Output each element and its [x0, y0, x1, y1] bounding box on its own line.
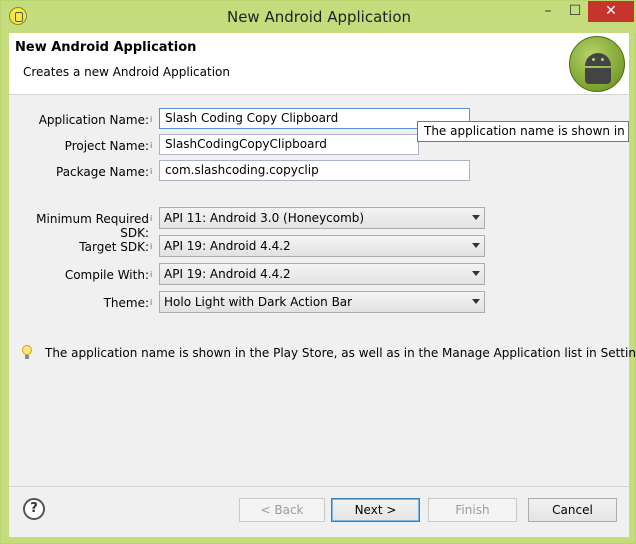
lightbulb-icon	[22, 345, 32, 359]
theme-label: Theme:	[9, 296, 149, 310]
info-icon: i	[150, 116, 156, 124]
info-icon: i	[150, 299, 156, 307]
help-icon[interactable]: ?	[23, 498, 45, 520]
application-name-tooltip: The application name is shown in the Pla…	[417, 121, 629, 142]
target-sdk-value: API 19: Android 4.4.2	[164, 239, 291, 253]
dialog-window: New Android Application – ☐ ✕ New Androi…	[0, 0, 636, 544]
min-sdk-value: API 11: Android 3.0 (Honeycomb)	[164, 211, 364, 225]
chevron-down-icon	[472, 243, 480, 248]
wizard-header: New Android Application Creates a new An…	[9, 33, 629, 95]
dialog-client: New Android Application Creates a new An…	[9, 33, 629, 537]
compile-with-value: API 19: Android 4.4.2	[164, 267, 291, 281]
info-icon: i	[150, 243, 156, 251]
package-name-input[interactable]: com.slashcoding.copyclip	[159, 160, 470, 181]
android-logo-icon	[569, 36, 625, 92]
chevron-down-icon	[472, 271, 480, 276]
android-body	[585, 68, 611, 84]
info-icon: i	[150, 271, 156, 279]
hint-row: The application name is shown in the Pla…	[9, 345, 629, 365]
wizard-description: Creates a new Android Application	[23, 65, 230, 79]
info-icon: i	[150, 142, 156, 150]
cancel-button[interactable]: Cancel	[528, 498, 617, 522]
target-sdk-select[interactable]: API 19: Android 4.4.2	[159, 235, 485, 257]
chevron-down-icon	[472, 215, 480, 220]
info-icon: i	[150, 168, 156, 176]
wizard-footer: ? < Back Next > Finish Cancel	[9, 486, 629, 537]
target-sdk-label: Target SDK:	[9, 240, 149, 254]
wizard-title: New Android Application	[15, 40, 196, 55]
form-area: Application Name: i Slash Coding Copy Cl…	[9, 96, 629, 486]
next-button[interactable]: Next >	[331, 498, 420, 522]
min-sdk-label: Minimum Required SDK:	[9, 212, 149, 240]
maximize-button[interactable]: ☐	[562, 1, 588, 22]
info-icon: i	[150, 215, 156, 223]
application-name-label: Application Name:	[9, 113, 149, 127]
compile-with-label: Compile With:	[9, 268, 149, 282]
hint-text: The application name is shown in the Pla…	[45, 346, 636, 360]
project-name-input[interactable]: SlashCodingCopyClipboard	[159, 134, 419, 155]
close-button[interactable]: ✕	[588, 1, 634, 22]
package-name-label: Package Name:	[9, 165, 149, 179]
compile-with-select[interactable]: API 19: Android 4.4.2	[159, 263, 485, 285]
theme-select[interactable]: Holo Light with Dark Action Bar	[159, 291, 485, 313]
project-name-label: Project Name:	[9, 139, 149, 153]
chevron-down-icon	[472, 299, 480, 304]
min-sdk-select[interactable]: API 11: Android 3.0 (Honeycomb)	[159, 207, 485, 229]
minimize-button[interactable]: –	[534, 1, 562, 22]
back-button[interactable]: < Back	[239, 498, 325, 522]
android-eye-left	[592, 58, 595, 61]
theme-value: Holo Light with Dark Action Bar	[164, 295, 352, 309]
title-bar[interactable]: New Android Application – ☐ ✕	[1, 1, 636, 33]
android-eye-right	[601, 58, 604, 61]
android-head	[585, 53, 611, 66]
finish-button[interactable]: Finish	[428, 498, 517, 522]
